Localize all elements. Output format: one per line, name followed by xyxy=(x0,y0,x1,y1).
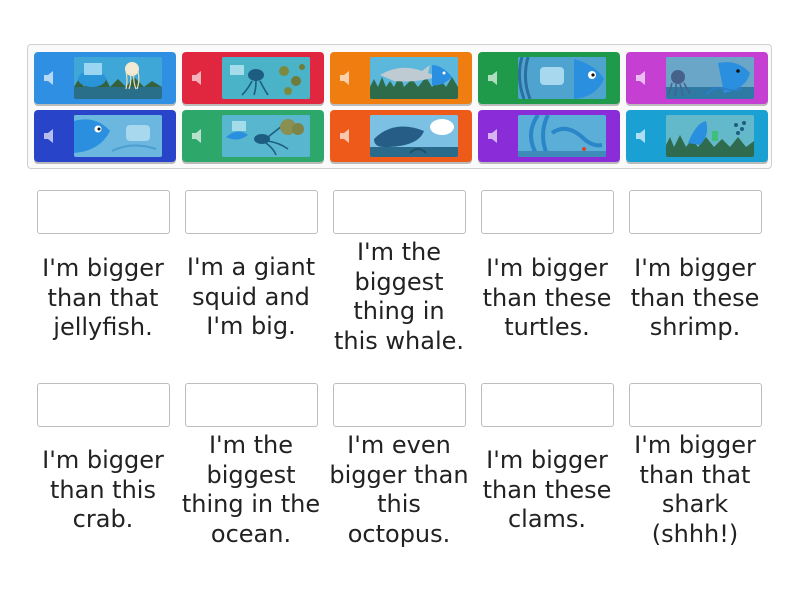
sentence-label-2: I'm a giant squid and I'm big. xyxy=(186,253,316,340)
turtles-picture xyxy=(222,57,310,99)
answer-tile-6[interactable] xyxy=(34,110,176,162)
whale-tail-picture xyxy=(74,115,162,157)
sentence-label-6: I'm bigger than this crab. xyxy=(42,446,164,533)
sentence-label-7: I'm the biggest thing in the ocean. xyxy=(181,431,321,548)
answer-tile-tray xyxy=(27,44,772,169)
answer-tile-4[interactable] xyxy=(478,52,620,104)
speaker-icon[interactable] xyxy=(42,70,60,86)
speaker-icon[interactable] xyxy=(338,70,356,86)
drop-slot-6[interactable] xyxy=(37,383,170,427)
answer-tile-3[interactable] xyxy=(330,52,472,104)
speaker-icon[interactable] xyxy=(42,128,60,144)
answer-tile-2[interactable] xyxy=(182,52,324,104)
speaker-icon[interactable] xyxy=(338,128,356,144)
whale-ocean-picture xyxy=(370,115,458,157)
shark-picture xyxy=(370,57,458,99)
drop-slot-10[interactable] xyxy=(629,383,762,427)
drop-slot-2[interactable] xyxy=(185,190,318,234)
drop-slot-1[interactable] xyxy=(37,190,170,234)
speaker-icon[interactable] xyxy=(486,70,504,86)
octopus-picture xyxy=(666,57,754,99)
speaker-icon[interactable] xyxy=(634,128,652,144)
answer-tile-7[interactable] xyxy=(182,110,324,162)
shrimp-picture xyxy=(666,115,754,157)
drop-slot-4[interactable] xyxy=(481,190,614,234)
speaker-icon[interactable] xyxy=(634,70,652,86)
drop-slot-7[interactable] xyxy=(185,383,318,427)
jellyfish-picture xyxy=(74,57,162,99)
crab-picture xyxy=(518,115,606,157)
sentence-label-5: I'm bigger than these shrimp. xyxy=(630,254,760,341)
speaker-icon[interactable] xyxy=(190,128,208,144)
answer-tile-9[interactable] xyxy=(478,110,620,162)
sentence-label-1: I'm bigger than that jellyfish. xyxy=(42,254,164,341)
sentence-label-3: I'm the biggest thing in this whale. xyxy=(333,238,465,355)
sentence-label-9: I'm bigger than these clams. xyxy=(482,446,612,533)
drop-slot-8[interactable] xyxy=(333,383,466,427)
answer-tile-5[interactable] xyxy=(626,52,768,104)
squid-picture xyxy=(222,115,310,157)
answer-tile-1[interactable] xyxy=(34,52,176,104)
drop-slot-3[interactable] xyxy=(333,190,466,234)
answer-tile-10[interactable] xyxy=(626,110,768,162)
speaker-icon[interactable] xyxy=(486,128,504,144)
sentence-label-8: I'm even bigger than this octopus. xyxy=(329,431,469,548)
drop-slot-9[interactable] xyxy=(481,383,614,427)
sentence-label-4: I'm bigger than these turtles. xyxy=(482,254,612,341)
sentence-label-10: I'm bigger than that shark (shhh!) xyxy=(634,431,756,548)
whale-picture xyxy=(518,57,606,99)
speaker-icon[interactable] xyxy=(190,70,208,86)
answer-tile-8[interactable] xyxy=(330,110,472,162)
drop-slot-5[interactable] xyxy=(629,190,762,234)
